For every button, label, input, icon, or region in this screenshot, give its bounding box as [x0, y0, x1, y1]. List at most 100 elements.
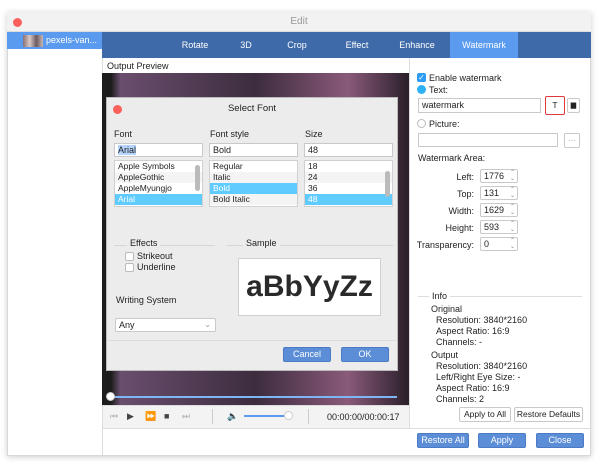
size-option-selected[interactable]: 48	[305, 194, 392, 205]
browse-button[interactable]: ···	[564, 133, 580, 148]
output-aspect-ratio: Aspect Ratio: 16:9	[436, 383, 510, 393]
color-button[interactable]: ▆	[567, 98, 580, 113]
size-list[interactable]: 18 24 36 48	[304, 160, 393, 207]
height-spinbox[interactable]: 593 ⌃ ⌄	[480, 220, 518, 234]
font-list[interactable]: Apple Symbols AppleGothic AppleMyungjo A…	[114, 160, 203, 207]
volume-slider[interactable]	[244, 415, 288, 417]
font-style-list[interactable]: Regular Italic Bold Bold Italic	[209, 160, 298, 207]
volume-handle[interactable]	[284, 411, 293, 420]
strikeout-checkbox[interactable]	[125, 252, 134, 261]
close-window-button[interactable]	[13, 18, 22, 27]
play-icon[interactable]: ▶	[127, 411, 134, 422]
fast-forward-icon[interactable]: ⏩	[145, 411, 156, 422]
stepper-icon[interactable]: ⌃ ⌄	[510, 238, 515, 250]
top-label: Top:	[456, 189, 474, 199]
stepper-icon[interactable]: ⌃ ⌄	[510, 170, 515, 182]
select-font-dialog: Select Font Font Font style Size Arial B…	[106, 97, 398, 371]
font-input-value: Arial	[118, 145, 137, 155]
font-style-input[interactable]: Bold	[209, 143, 298, 157]
font-option[interactable]: AppleMyungjo	[115, 183, 202, 194]
enable-watermark-label: Enable watermark	[429, 73, 502, 83]
restore-all-button[interactable]: Restore All	[417, 433, 469, 448]
chevron-down-icon: ⌄	[204, 320, 211, 329]
style-option[interactable]: Regular	[210, 161, 297, 172]
dialog-title: Select Font	[227, 103, 277, 114]
skip-start-icon[interactable]: ⏮	[110, 411, 118, 422]
width-label: Width:	[448, 206, 474, 216]
writing-system-label: Writing System	[116, 295, 177, 305]
size-option[interactable]: 18	[305, 161, 392, 172]
close-button[interactable]: Close	[536, 433, 584, 448]
height-label: Height:	[445, 223, 474, 233]
underline-label: Underline	[137, 262, 176, 272]
apply-button[interactable]: Apply	[478, 433, 526, 448]
tab-enhance[interactable]: Enhance	[392, 32, 442, 58]
size-label: Size	[305, 129, 323, 139]
window-title: Edit	[290, 16, 308, 27]
size-option[interactable]: 24	[305, 172, 392, 183]
font-option[interactable]: Apple Symbols	[115, 161, 202, 172]
tab-3d[interactable]: 3D	[226, 32, 266, 58]
font-list-scrollbar[interactable]	[195, 165, 200, 191]
sample-label: Sample	[243, 238, 280, 248]
output-eye-size: Left/Right Eye Size: -	[436, 372, 521, 382]
output-label: Output	[431, 350, 459, 360]
footer-divider	[107, 340, 397, 341]
sidebar-item-label: pexels-van...	[46, 35, 98, 45]
output-resolution: Resolution: 3840*2160	[436, 361, 528, 371]
stepper-icon[interactable]: ⌃ ⌄	[510, 221, 515, 233]
ok-button[interactable]: OK	[341, 347, 389, 362]
volume-icon[interactable]: 🔈	[227, 411, 238, 422]
font-label: Font	[114, 129, 133, 139]
sidebar-item-video[interactable]: pexels-van...	[7, 32, 102, 49]
strikeout-label: Strikeout	[137, 251, 173, 261]
underline-checkbox[interactable]	[125, 263, 134, 272]
original-aspect-ratio: Aspect Ratio: 16:9	[436, 326, 510, 336]
divider	[212, 409, 213, 424]
style-option[interactable]: Italic	[210, 172, 297, 183]
picture-path-input[interactable]	[418, 133, 558, 147]
size-list-scrollbar[interactable]	[385, 171, 390, 197]
writing-system-value: Any	[119, 320, 135, 330]
time-display: 00:00:00/00:00:17	[327, 412, 400, 422]
divider	[308, 409, 309, 424]
tab-effect[interactable]: Effect	[332, 32, 382, 58]
text-radio[interactable]	[417, 85, 426, 94]
sample-preview: aBbYyZz	[238, 258, 381, 316]
tab-rotate[interactable]: Rotate	[172, 32, 218, 58]
stepper-icon[interactable]: ⌃ ⌄	[510, 187, 515, 199]
original-resolution: Resolution: 3840*2160	[436, 315, 528, 325]
top-spinbox[interactable]: 131 ⌃ ⌄	[480, 186, 518, 200]
size-option[interactable]: 36	[305, 183, 392, 194]
watermark-text-input[interactable]: watermark	[418, 98, 541, 113]
size-input[interactable]: 48	[304, 143, 393, 157]
title-bar: Edit	[7, 12, 591, 32]
writing-system-select[interactable]: Any ⌄	[115, 318, 216, 332]
stepper-icon[interactable]: ⌃ ⌄	[510, 204, 515, 216]
original-channels: Channels: -	[436, 337, 483, 347]
restore-defaults-button[interactable]: Restore Defaults	[514, 407, 583, 422]
video-thumbnail	[23, 35, 43, 47]
font-button[interactable]: T	[545, 96, 565, 115]
font-input[interactable]: Arial	[114, 143, 203, 157]
width-spinbox[interactable]: 1629 ⌃ ⌄	[480, 203, 518, 217]
cancel-button[interactable]: Cancel	[283, 347, 331, 362]
font-option-selected[interactable]: Arial	[115, 194, 202, 205]
transparency-value: 0	[484, 239, 490, 249]
style-option[interactable]: Bold Italic	[210, 194, 297, 205]
style-option-selected[interactable]: Bold	[210, 183, 297, 194]
timeline-handle[interactable]	[106, 392, 115, 401]
left-spinbox[interactable]: 1776 ⌃ ⌄	[480, 169, 518, 183]
timeline-track[interactable]	[110, 396, 397, 398]
tab-watermark[interactable]: Watermark	[450, 32, 518, 58]
picture-label: Picture:	[429, 119, 460, 129]
picture-radio[interactable]	[417, 119, 426, 128]
skip-end-icon[interactable]: ⏭	[182, 411, 190, 422]
apply-to-all-button[interactable]: Apply to All	[459, 407, 511, 422]
original-label: Original	[431, 304, 463, 314]
transparency-spinbox[interactable]: 0 ⌃ ⌄	[480, 237, 518, 251]
tab-crop[interactable]: Crop	[274, 32, 320, 58]
enable-watermark-checkbox[interactable]: ✓	[417, 73, 426, 82]
stop-icon[interactable]: ■	[164, 411, 169, 421]
font-option[interactable]: AppleGothic	[115, 172, 202, 183]
